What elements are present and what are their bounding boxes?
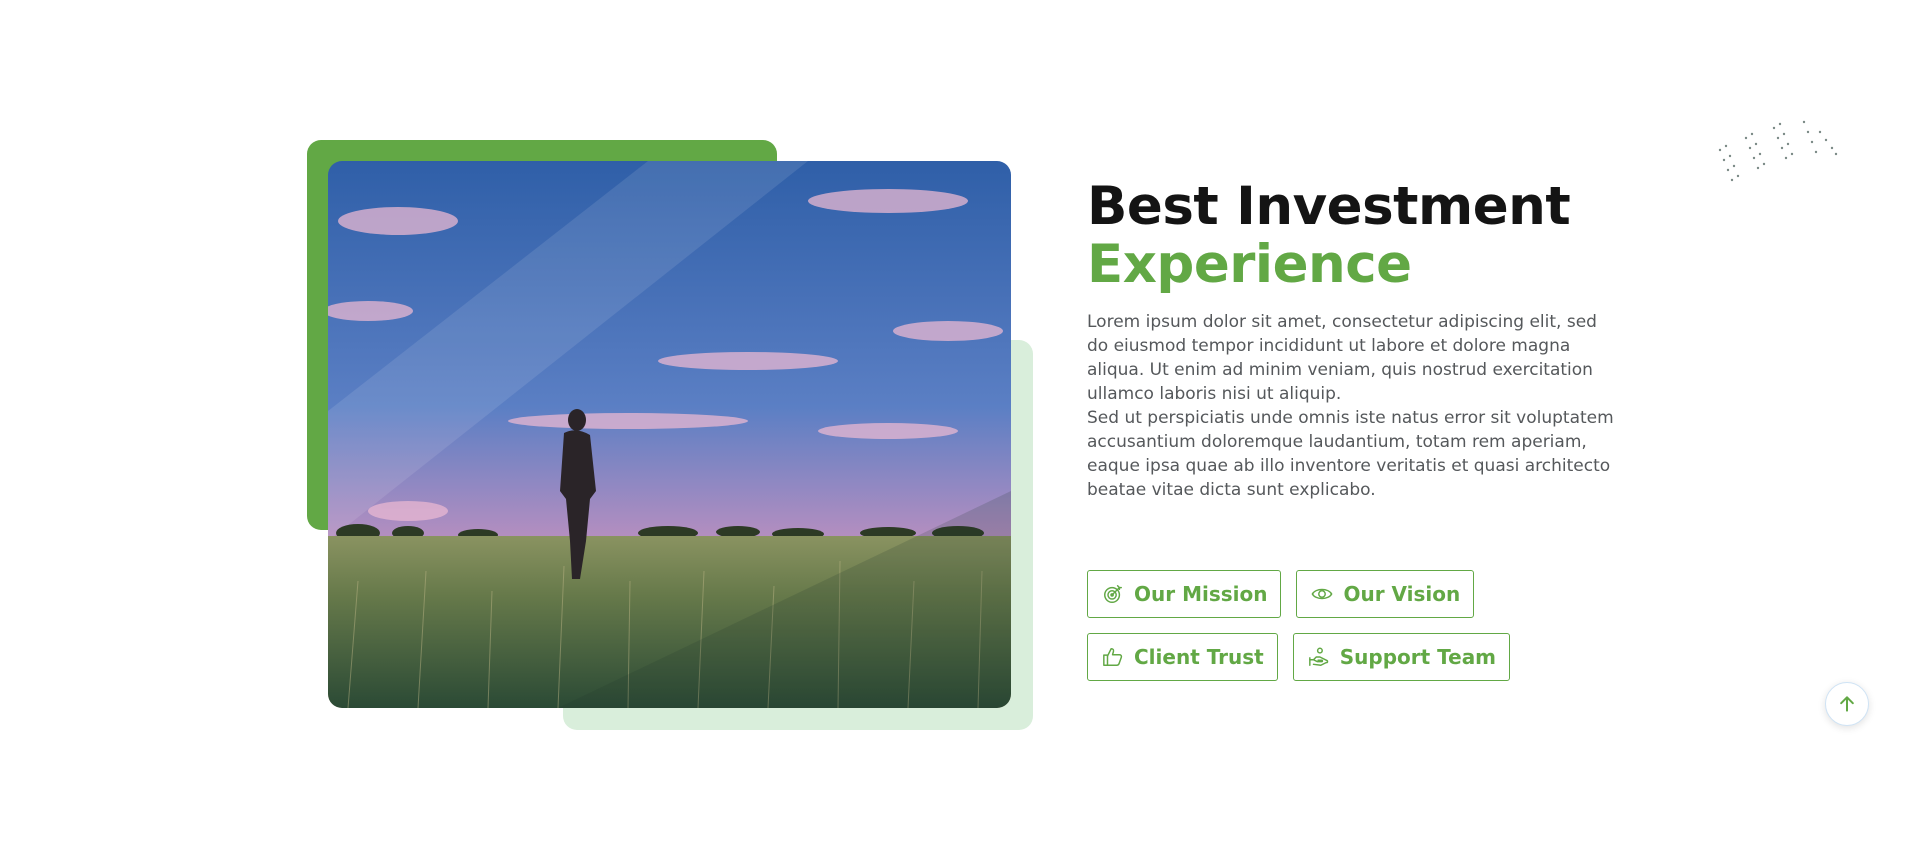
about-content: Best Investment Experience Lorem ipsum d… (1087, 178, 1627, 502)
about-section: Best Investment Experience Lorem ipsum d… (0, 0, 1920, 868)
our-mission-label: Our Mission (1134, 582, 1268, 606)
section-title: Best Investment Experience (1087, 178, 1627, 294)
hand-support-icon (1308, 646, 1330, 668)
eye-icon (1311, 583, 1333, 605)
decorative-dots-pattern (1718, 120, 1838, 182)
description-paragraph-1: Lorem ipsum dolor sit amet, consectetur … (1087, 312, 1597, 404)
thumbs-up-icon (1102, 646, 1124, 668)
our-vision-label: Our Vision (1343, 582, 1461, 606)
section-description: Lorem ipsum dolor sit amet, consectetur … (1087, 310, 1622, 502)
our-mission-button[interactable]: Our Mission (1087, 570, 1282, 618)
client-trust-label: Client Trust (1134, 645, 1264, 669)
our-vision-button[interactable]: Our Vision (1296, 570, 1475, 618)
hero-image (328, 161, 1011, 708)
arrow-up-icon (1840, 696, 1854, 712)
title-line-1: Best Investment (1087, 176, 1571, 237)
feature-buttons: Our Mission Our Vision Client Trust Supp… (1087, 570, 1647, 681)
support-team-label: Support Team (1339, 645, 1497, 669)
description-paragraph-2: Sed ut perspiciatis unde omnis iste natu… (1087, 408, 1614, 500)
target-icon (1102, 583, 1124, 605)
support-team-button[interactable]: Support Team (1292, 633, 1511, 681)
scroll-to-top-button[interactable] (1825, 682, 1869, 726)
title-line-2-highlight: Experience (1087, 234, 1412, 295)
client-trust-button[interactable]: Client Trust (1087, 633, 1278, 681)
